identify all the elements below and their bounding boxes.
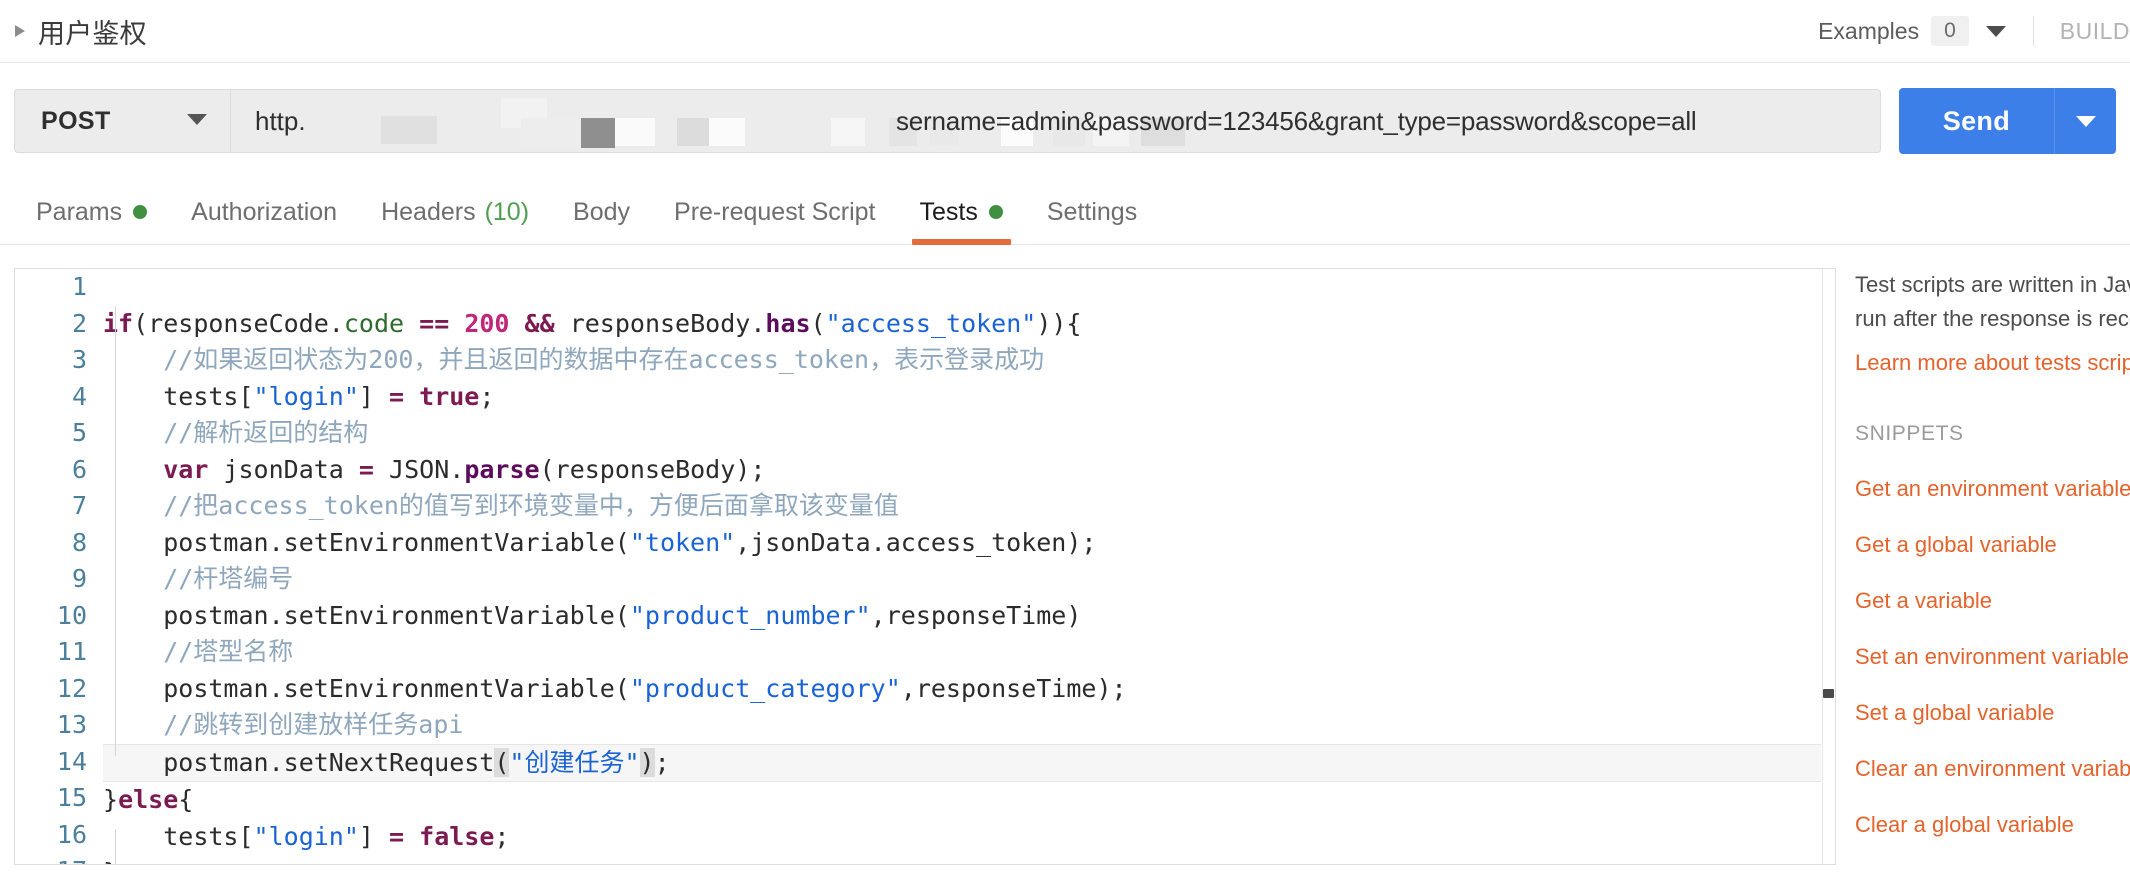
snippet-get-a-variable[interactable]: Get a variable xyxy=(1855,588,2130,614)
snippet-get-a-global-variable[interactable]: Get a global variable xyxy=(1855,532,2130,558)
url-redaction-mosaic xyxy=(381,98,1185,148)
tab-label: Authorization xyxy=(191,197,338,226)
send-options-chevron-down-icon[interactable] xyxy=(2054,88,2116,154)
code-line-17: } xyxy=(103,855,1821,864)
request-url-input[interactable]: http. sername=admin&password=123456&gran… xyxy=(230,89,1881,153)
indent-guide xyxy=(115,829,116,864)
learn-more-link[interactable]: Learn more about tests script xyxy=(1855,350,2130,376)
http-method-value: POST xyxy=(41,106,111,135)
request-header-bar: 用户鉴权 Examples 0 BUILD xyxy=(0,0,2130,63)
line-number: 14 xyxy=(56,746,87,776)
snippets-heading: SNIPPETS xyxy=(1855,422,1964,445)
line-number: 15 xyxy=(56,783,87,812)
tab-headers[interactable]: Headers (10) xyxy=(359,179,551,245)
request-url-row: POST http. sername=admin&password=123456… xyxy=(0,63,2130,179)
send-button-group[interactable]: Send xyxy=(1898,88,2116,154)
editor-line-number-gutter: 1 2 3 4 5 6 7 8 9 10 11 12 13 14 15 16 1… xyxy=(15,269,103,864)
tab-pre-request-script[interactable]: Pre-request Script xyxy=(652,179,897,245)
tab-params[interactable]: Params xyxy=(14,179,169,245)
tab-label: Settings xyxy=(1046,197,1138,226)
editor-code-area[interactable]: if(responseCode.code == 200 && responseB… xyxy=(103,269,1821,864)
line-number: 12 xyxy=(56,673,87,703)
tab-label: Headers xyxy=(381,197,476,226)
snippet-clear-a-global-variable[interactable]: Clear a global variable xyxy=(1855,812,2130,838)
editor-vertical-scrollbar[interactable] xyxy=(1822,269,1835,864)
line-number: 2 xyxy=(71,308,87,338)
http-method-select[interactable]: POST xyxy=(14,89,230,153)
code-line-6: var jsonData = JSON.parse(responseBody); xyxy=(163,454,766,484)
chevron-down-icon xyxy=(186,112,208,131)
code-line-11: //塔型名称 xyxy=(103,637,294,666)
code-line-9: //杆塔编号 xyxy=(103,564,294,593)
code-line-13: //跳转到创建放样任务api xyxy=(103,710,464,739)
code-line-3: //如果返回状态为200，并且返回的数据中存在access_token，表示登录… xyxy=(103,345,1045,374)
header-divider xyxy=(2032,16,2034,46)
examples-count-badge: 0 xyxy=(1931,16,1969,46)
line-number: 16 xyxy=(56,819,87,849)
tests-script-editor[interactable]: 1 2 3 4 5 6 7 8 9 10 11 12 13 14 15 16 1… xyxy=(14,268,1836,865)
tab-tests[interactable]: Tests xyxy=(898,179,1025,245)
code-line-2: if(responseCode.code == 200 && responseB… xyxy=(103,308,1082,338)
code-line-7: //把access_token的值写到环境变量中，方便后面拿取该变量值 xyxy=(103,491,899,520)
code-line-15: }else{ xyxy=(103,785,194,814)
status-dot-icon xyxy=(988,205,1003,219)
status-dot-icon xyxy=(133,205,148,219)
tab-label: Tests xyxy=(919,197,978,226)
page-title: 用户鉴权 xyxy=(38,18,147,49)
snippet-set-an-environment-variable[interactable]: Set an environment variable xyxy=(1855,644,2130,670)
chevron-down-icon[interactable] xyxy=(1985,24,2007,38)
code-line-12: postman.setEnvironmentVariable("product_… xyxy=(163,673,1127,703)
line-number: 17 xyxy=(15,853,103,864)
line-number: 11 xyxy=(56,637,87,666)
line-number: 6 xyxy=(71,454,87,484)
headers-count: (10) xyxy=(484,197,530,226)
line-number: 7 xyxy=(71,491,87,520)
line-number: 8 xyxy=(71,527,87,557)
code-line-10: postman.setEnvironmentVariable("product_… xyxy=(163,600,1082,630)
build-label[interactable]: BUILD xyxy=(2060,18,2130,45)
header-right-group: Examples 0 BUILD xyxy=(1818,0,2130,62)
tab-label: Pre-request Script xyxy=(674,197,876,226)
snippet-set-a-global-variable[interactable]: Set a global variable xyxy=(1855,700,2130,726)
line-number: 5 xyxy=(71,418,87,447)
line-number: 9 xyxy=(71,564,87,593)
url-query-text: sername=admin&password=123456&grant_type… xyxy=(896,105,1697,136)
url-protocol-text: http. xyxy=(255,105,306,136)
examples-label: Examples xyxy=(1818,17,1920,44)
tests-description-line-2: run after the response is rece xyxy=(1855,306,2130,331)
code-line-4: tests["login"] = true; xyxy=(163,381,495,411)
active-tab-underline xyxy=(911,239,1011,245)
code-line-5: //解析返回的结构 xyxy=(103,418,369,447)
send-button[interactable]: Send xyxy=(1898,88,2054,154)
snippet-get-an-environment-variable[interactable]: Get an environment variable xyxy=(1855,476,2130,502)
indent-guide xyxy=(115,305,116,756)
code-line-16: tests["login"] = false; xyxy=(163,821,510,851)
line-number: 1 xyxy=(71,272,87,301)
snippet-clear-an-environment-variable[interactable]: Clear an environment variable xyxy=(1855,756,2130,782)
code-line-14[interactable]: postman.setNextRequest("创建任务"); xyxy=(103,743,1821,782)
code-line-8: postman.setEnvironmentVariable("token",j… xyxy=(163,527,1097,557)
tab-authorization[interactable]: Authorization xyxy=(169,179,359,245)
line-number: 4 xyxy=(71,381,87,411)
editor-scrollbar-thumb[interactable] xyxy=(1823,689,1834,698)
request-tabs: Params Authorization Headers (10) Body P… xyxy=(0,179,2130,245)
line-number: 10 xyxy=(56,600,87,630)
tab-label: Params xyxy=(36,197,123,226)
tests-description-line-1: Test scripts are written in Java xyxy=(1855,272,2130,297)
line-number: 3 xyxy=(71,345,87,374)
triangle-right-icon[interactable] xyxy=(12,23,28,39)
tests-help-sidebar: Test scripts are written in Java run aft… xyxy=(1855,268,2130,868)
line-number: 13 xyxy=(56,710,87,739)
tab-settings[interactable]: Settings xyxy=(1025,179,1159,245)
tab-body[interactable]: Body xyxy=(551,179,652,245)
tab-label: Body xyxy=(573,197,631,226)
